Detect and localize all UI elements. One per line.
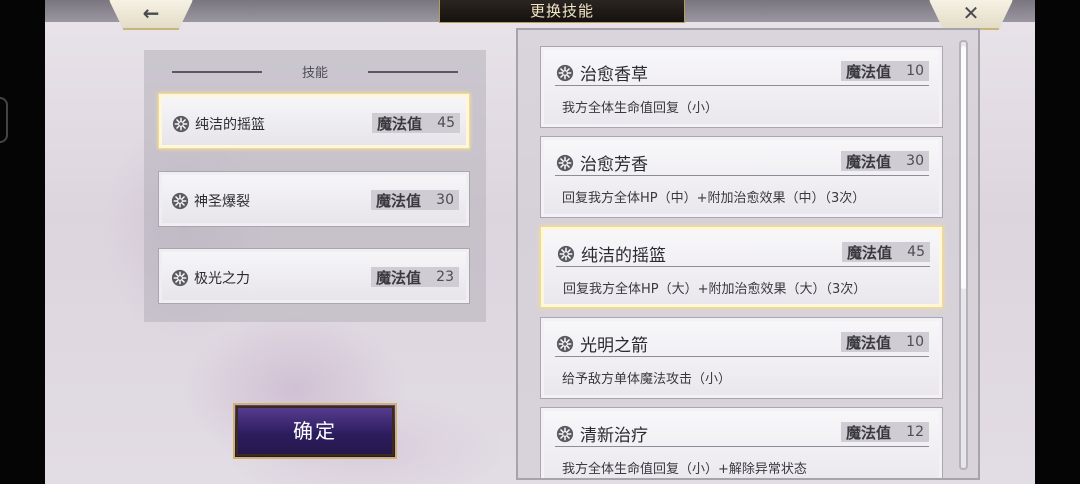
header-ornament-left [172,71,262,73]
mp-label: 魔法值 [377,114,423,133]
card-divider [555,175,929,176]
mp-label: 魔法值 [847,243,893,262]
skill-crest-icon [556,425,574,443]
mp-value: 45 [437,115,455,131]
equipped-skill-slot-2[interactable]: 神圣爆裂 魔法值 30 [158,171,470,227]
mp-value: 30 [906,153,924,169]
scrollbar-thumb[interactable] [961,46,966,289]
skill-crest-icon [556,335,574,353]
mp-cost-badge: 魔法值 10 [841,61,929,81]
mp-value: 30 [436,192,454,208]
skill-name: 光明之箭 [580,336,648,356]
skill-card[interactable]: 治愈香草 魔法值 10 我方全体生命值回复（小） [540,46,943,128]
skill-crest-icon [171,269,189,287]
equipped-skill-name: 纯洁的摇篮 [195,117,265,133]
mp-cost-badge: 魔法值 23 [371,267,459,287]
skill-crest-icon [172,115,190,133]
left-letterbox [0,0,45,484]
mp-label: 魔法值 [376,191,422,210]
header-ornament-right [368,71,458,73]
skill-name: 纯洁的摇篮 [581,246,666,266]
back-arrow-icon: ← [142,1,160,25]
mp-cost-badge: 魔法值 10 [841,332,929,352]
skill-crest-icon [556,64,574,82]
right-letterbox [1035,0,1080,484]
list-scrollbar[interactable] [959,40,968,470]
mp-label: 魔法值 [376,268,422,287]
close-icon: ✕ [962,1,980,25]
equipped-skill-slot-3[interactable]: 极光之力 魔法值 23 [158,248,470,304]
skill-crest-icon [557,245,575,263]
skill-description: 我方全体生命值回复（小）+解除异常状态 [562,462,807,477]
mp-cost-badge: 魔法值 30 [841,151,929,171]
mp-label: 魔法值 [846,62,892,81]
mp-value: 45 [907,244,925,260]
equipped-skills-header: 技能 [144,62,486,82]
available-skills-list: 治愈香草 魔法值 10 我方全体生命值回复（小） 治愈芳香 魔法值 30 回复我… [516,28,980,480]
card-divider [555,356,929,357]
mp-label: 魔法值 [846,423,892,442]
skill-crest-icon [556,154,574,172]
mp-value: 12 [906,424,924,440]
skill-description: 给予敌方单体魔法攻击（小） [562,372,732,387]
skill-description: 我方全体生命值回复（小） [562,101,719,116]
mp-cost-badge: 魔法值 45 [842,242,930,262]
close-button[interactable]: ✕ [928,0,1014,30]
card-divider [556,266,930,267]
skill-change-screen: ← 更换技能 ✕ 技能 纯洁的摇篮 魔法值 45 神圣爆裂 魔法值 30 极光之… [45,0,1035,484]
skill-card[interactable]: 光明之箭 魔法值 10 给予敌方单体魔法攻击（小） [540,317,943,399]
skill-description: 回复我方全体HP（中）+附加治愈效果（中）（3次） [562,191,866,206]
equipped-skills-panel: 技能 纯洁的摇篮 魔法值 45 神圣爆裂 魔法值 30 极光之力 魔法值 23 [144,50,486,322]
skill-crest-icon [171,192,189,210]
back-button[interactable]: ← [108,0,194,30]
equipped-skill-name: 极光之力 [194,271,250,287]
confirm-button[interactable]: 确定 [233,403,397,459]
mp-value: 23 [436,269,454,285]
screen-notch [0,97,8,143]
mp-label: 魔法值 [846,152,892,171]
skill-name: 治愈香草 [580,65,648,85]
mp-value: 10 [906,63,924,79]
mp-value: 10 [906,334,924,350]
skill-description: 回复我方全体HP（大）+附加治愈效果（大）（3次） [563,282,867,297]
equipped-skill-name: 神圣爆裂 [194,194,250,210]
skill-card[interactable]: 清新治疗 魔法值 12 我方全体生命值回复（小）+解除异常状态 [540,407,943,478]
card-divider [555,446,929,447]
mp-cost-badge: 魔法值 30 [371,190,459,210]
skill-card-selected[interactable]: 纯洁的摇篮 魔法值 45 回复我方全体HP（大）+附加治愈效果（大）（3次） [540,226,943,308]
skill-name: 治愈芳香 [580,155,648,175]
card-divider [555,85,929,86]
equipped-skill-slot-1[interactable]: 纯洁的摇篮 魔法值 45 [158,93,470,149]
mp-cost-badge: 魔法值 12 [841,422,929,442]
mp-cost-badge: 魔法值 45 [372,113,460,133]
skill-name: 清新治疗 [580,426,648,446]
page-title: 更换技能 [439,0,685,23]
equipped-skills-title: 技能 [301,66,328,81]
skill-card[interactable]: 治愈芳香 魔法值 30 回复我方全体HP（中）+附加治愈效果（中）（3次） [540,136,943,218]
mp-label: 魔法值 [846,333,892,352]
